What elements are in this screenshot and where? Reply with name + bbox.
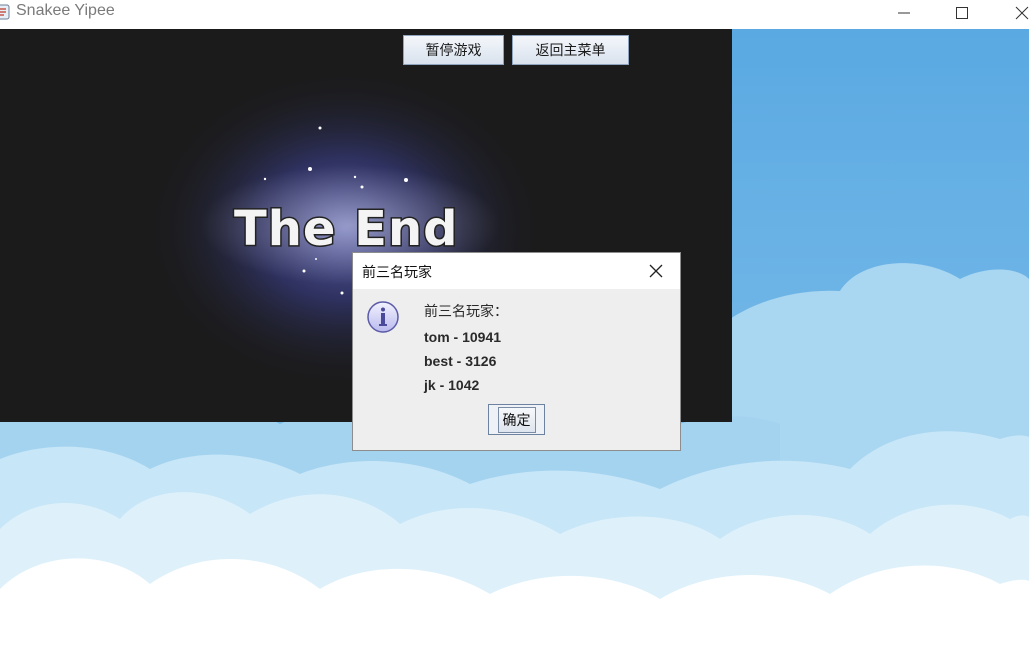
score-line: best - 3126 — [424, 353, 497, 369]
java-app-icon — [0, 4, 10, 20]
main-menu-button[interactable]: 返回主菜单 — [512, 35, 629, 65]
pause-game-button[interactable]: 暂停游戏 — [403, 35, 504, 65]
close-window-button[interactable] — [1000, 0, 1029, 26]
dialog-heading: 前三名玩家： — [424, 304, 508, 320]
dialog-title: 前三名玩家 — [362, 265, 432, 281]
the-end-title: The End — [233, 200, 460, 258]
window-title: Snakee Yipee — [16, 2, 115, 19]
dialog-close-button[interactable] — [644, 259, 668, 283]
close-icon — [1015, 6, 1029, 20]
top-players-dialog: 前三名玩家 前三名玩家： tom - 10941 best - 3126 jk … — [352, 252, 681, 451]
maximize-icon — [956, 7, 968, 19]
minimize-button[interactable] — [882, 0, 926, 26]
game-window: Snakee Yipee The End 暂停游戏 返回主菜单 前三名玩家 前三… — [0, 0, 1029, 650]
info-icon — [367, 301, 399, 333]
maximize-button[interactable] — [940, 0, 984, 26]
score-line: jk - 1042 — [424, 377, 480, 393]
minimize-icon — [898, 12, 910, 14]
score-line: tom - 10941 — [424, 329, 502, 345]
window-titlebar: Snakee Yipee — [0, 0, 1029, 29]
close-icon — [649, 264, 663, 278]
ok-button-label: 确定 — [497, 406, 536, 433]
the-end-text: The End — [234, 201, 459, 257]
ok-button[interactable]: 确定 — [488, 404, 545, 435]
dialog-titlebar: 前三名玩家 — [353, 253, 680, 289]
